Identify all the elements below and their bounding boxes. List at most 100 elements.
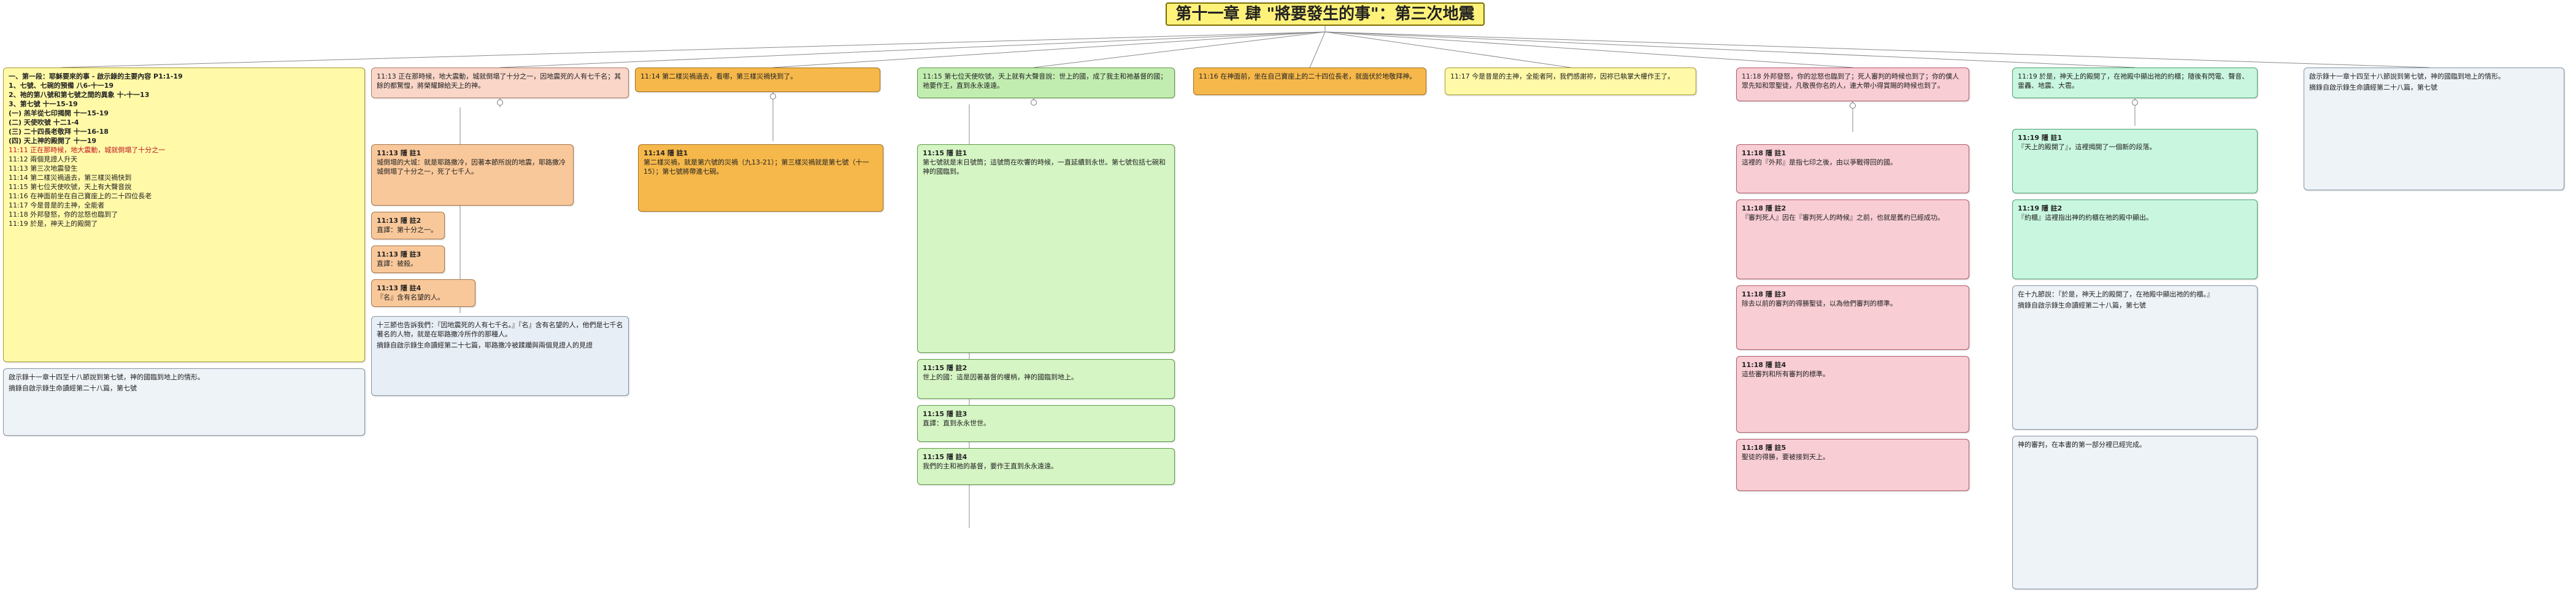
note-text: 我們的主和祂的基督，要作王直到永永遠遠。 xyxy=(923,462,1058,470)
note-11-14-1: 11:14 隱 註1 第二樣災禍，就是第六號的災禍（九13-21）；第三樣災禍就… xyxy=(638,144,883,212)
note-text: 除去以前的審判的得勝聖徒，以為他們審判的標準。 xyxy=(1742,300,1897,308)
note-text: 這裡的『外邦』是指七印之後，由以爭戰得回的國。 xyxy=(1742,158,1897,166)
note-label: 11:18 隱 註3 xyxy=(1742,290,1786,298)
outline-note: 啟示錄十一章十四至十八節說到第七號，神的國臨到地上的情形。 xyxy=(9,373,204,381)
col8-note-box-2: 神的審判，在本書的第一部分裡已經完成。 xyxy=(2012,436,2258,589)
note-text: 『審判死人』因在『審判死人的時候』之前，也就是舊約已經成功。 xyxy=(1742,214,1944,222)
note-11-13-3: 11:13 隱 註3 直譯：被殺。 xyxy=(371,246,445,273)
verse-11-14-text: 11:14 第二樣災禍過去，看哪，第三樣災禍快到了。 xyxy=(640,72,798,80)
note-text: 直譯：第十分之一。 xyxy=(377,226,437,234)
outline-item: (二) 天使吹號 十二1-4 xyxy=(9,118,79,126)
collapse-toggle[interactable] xyxy=(1031,99,1037,106)
note-label: 11:13 隱 註1 xyxy=(377,149,421,157)
collapse-toggle[interactable] xyxy=(497,99,503,106)
col9-footer: 摘錄自啟示錄生命讀經第二十八篇，第七號 xyxy=(2309,83,2437,91)
note-11-19-1: 11:19 隱 註1 『天上的殿開了』，這裡揭開了一個新的段落。 xyxy=(2012,129,2258,193)
note-11-13-4: 11:13 隱 註4 『名』含有名望的人。 xyxy=(371,279,475,307)
note-11-18-2: 11:18 隱 註2 『審判死人』因在『審判死人的時候』之前，也就是舊約已經成功… xyxy=(1736,199,1969,279)
verse-11-19-box: 11:19 於是，神天上的殿開了，在祂殿中顯出祂的約櫃；隨後有閃電、聲音、雷轟、… xyxy=(2012,68,2258,98)
outline-item: 11:14 第二樣災禍過去，第三樣災禍快到 xyxy=(9,174,132,182)
col2-note: 十三節也告訴我們：『因地震死的人有七千名。』『名』含有名望的人，他們是七千名著名… xyxy=(377,321,623,338)
note-11-15-1: 11:15 隱 註1 第七號就是末日號筒；這號筒在吹響的時候，一直延續到永世。第… xyxy=(917,144,1175,353)
note-11-18-5: 11:18 隱 註5 聖徒的得勝，要被接到天上。 xyxy=(1736,439,1969,491)
verse-11-13-text: 11:13 正在那時候，地大震動，城就倒塌了十分之一，因地震死的人有七千名；其餘… xyxy=(377,72,621,90)
col9-note-box: 啟示錄十一章十四至十八節說到第七號，神的國臨到地上的情形。 摘錄自啟示錄生命讀經… xyxy=(2304,68,2564,190)
note-text: 『約櫃』這裡指出神的約櫃在祂的殿中顯出。 xyxy=(2018,214,2153,222)
note-label: 11:13 隱 註4 xyxy=(377,284,421,292)
outline-item: 11:11 正在那時候，地大震動，城就倒塌了十分之一 xyxy=(9,146,166,154)
collapse-toggle[interactable] xyxy=(770,93,776,99)
verse-11-16-text: 11:16 在神面前，坐在自己寶座上的二十四位長老，就面伏於地敬拜神。 xyxy=(1199,72,1417,80)
note-11-15-4: 11:15 隱 註4 我們的主和祂的基督，要作王直到永永遠遠。 xyxy=(917,448,1175,485)
note-text: 世上的國：這是因著基督的權柄，神的國臨到地上。 xyxy=(923,373,1078,381)
outline-box: 一、第一段：耶穌要來的事 - 啟示錄的主要內容 P1:1-19 1、七號、七碗的… xyxy=(3,68,365,362)
note-label: 11:13 隱 註2 xyxy=(377,217,421,225)
note-text: 這些審判和所有審判的標準。 xyxy=(1742,370,1829,378)
note-11-18-3: 11:18 隱 註3 除去以前的審判的得勝聖徒，以為他們審判的標準。 xyxy=(1736,285,1969,350)
note-label: 11:19 隱 註1 xyxy=(2018,134,2063,142)
note-label: 11:18 隱 註2 xyxy=(1742,204,1786,212)
verse-11-19-text: 11:19 於是，神天上的殿開了，在祂殿中顯出祂的約櫃；隨後有閃電、聲音、雷轟、… xyxy=(2018,72,2249,90)
note-text: 聖徒的得勝，要被接到天上。 xyxy=(1742,453,1829,461)
verse-11-17-box: 11:17 今是昔是的主神，全能者阿，我們感謝祢，因祢已執掌大權作王了。 xyxy=(1445,68,1696,95)
col8-note: 在十九節說：『於是，神天上的殿開了，在祂殿中顯出祂的約櫃。』 xyxy=(2018,290,2213,298)
outline-item: 11:17 今是昔是的主神，全能者 xyxy=(9,201,105,209)
note-11-18-4: 11:18 隱 註4 這些審判和所有審判的標準。 xyxy=(1736,356,1969,433)
verse-11-18-text: 11:18 外邦發怒，你的忿怒也臨到了；死人審判的時候也到了；你的僕人眾先知和眾… xyxy=(1742,72,1959,90)
note-label: 11:15 隱 註4 xyxy=(923,453,967,461)
verse-11-18-box: 11:18 外邦發怒，你的忿怒也臨到了；死人審判的時候也到了；你的僕人眾先知和眾… xyxy=(1736,68,1969,101)
verse-11-14-box: 11:14 第二樣災禍過去，看哪，第三樣災禍快到了。 xyxy=(635,68,880,92)
note-label: 11:15 隱 註1 xyxy=(923,149,967,157)
col8-note-box-1: 在十九節說：『於是，神天上的殿開了，在祂殿中顯出祂的約櫃。』 摘錄自啟示錄生命讀… xyxy=(2012,285,2258,430)
note-11-13-1: 11:13 隱 註1 城倒塌的大城：就是耶路撒冷，因著本節所說的地震，耶路撒冷城… xyxy=(371,144,574,206)
verse-11-17-text: 11:17 今是昔是的主神，全能者阿，我們感謝祢，因祢已執掌大權作王了。 xyxy=(1450,72,1675,80)
note-text: 『天上的殿開了』，這裡揭開了一個新的段落。 xyxy=(2018,143,2156,151)
col9-note: 啟示錄十一章十四至十八節說到第七號，神的國臨到地上的情形。 xyxy=(2309,72,2505,80)
note-label: 11:19 隱 註2 xyxy=(2018,204,2063,212)
outline-item: 3、第七號 十一15-19 xyxy=(9,100,78,108)
note-11-13-2: 11:13 隱 註2 直譯：第十分之一。 xyxy=(371,212,445,239)
outline-item: 一、第一段：耶穌要來的事 - 啟示錄的主要內容 P1:1-19 xyxy=(9,72,183,80)
note-label: 11:15 隱 註2 xyxy=(923,364,967,372)
outline-item: 11:13 第三次地震發生 xyxy=(9,164,78,172)
root-title: 第十一章 肆 "將要發生的事"：第三次地震 xyxy=(1166,2,1485,26)
outline-footer: 摘錄自啟示錄生命讀經第二十八篇，第七號 xyxy=(9,384,137,392)
col8-footer: 摘錄自啟示錄生命讀經第二十八篇，第七號 xyxy=(2018,301,2146,309)
note-text: 第七號就是末日號筒；這號筒在吹響的時候，一直延續到永世。第七號包括七碗和神的國臨… xyxy=(923,158,1166,176)
verse-11-16-box: 11:16 在神面前，坐在自己寶座上的二十四位長老，就面伏於地敬拜神。 xyxy=(1193,68,1426,95)
note-label: 11:18 隱 註5 xyxy=(1742,444,1786,452)
outline-lines: 一、第一段：耶穌要來的事 - 啟示錄的主要內容 P1:1-19 1、七號、七碗的… xyxy=(9,72,359,228)
note-11-18-1: 11:18 隱 註1 這裡的『外邦』是指七印之後，由以爭戰得回的國。 xyxy=(1736,144,1969,193)
outline-item: 2、祂的第八號和第七號之間的異象 十-十一13 xyxy=(9,91,150,99)
note-11-15-3: 11:15 隱 註3 直譯：直到永永世世。 xyxy=(917,405,1175,442)
note-text: 直譯：直到永永世世。 xyxy=(923,419,990,427)
outline-item: (一) 羔羊從七印揭開 十一15-19 xyxy=(9,109,109,117)
outline-item: (四) 天上神的殿開了 十一19 xyxy=(9,137,97,145)
outline-item: 11:19 於是，神天上的殿開了 xyxy=(9,220,98,228)
note-11-15-2: 11:15 隱 註2 世上的國：這是因著基督的權柄，神的國臨到地上。 xyxy=(917,359,1175,399)
note-label: 11:14 隱 註1 xyxy=(644,149,688,157)
outline-item: (三) 二十四長老敬拜 十一16-18 xyxy=(9,128,109,136)
col2-footer: 摘錄自啟示錄生命讀經第二十七篇，耶路撒冷被蹂躪與兩個見證人的見證 xyxy=(377,341,593,349)
verse-11-13-box: 11:13 正在那時候，地大震動，城就倒塌了十分之一，因地震死的人有七千名；其餘… xyxy=(371,68,629,98)
outline-item: 11:12 兩個見證人升天 xyxy=(9,155,78,163)
note-text: 『名』含有名望的人。 xyxy=(377,293,444,301)
outline-item: 11:15 第七位天使吹號，天上有大聲音說 xyxy=(9,183,132,191)
note-text: 直譯：被殺。 xyxy=(377,260,417,268)
note-label: 11:18 隱 註4 xyxy=(1742,361,1786,369)
note-label: 11:15 隱 註3 xyxy=(923,410,967,418)
note-label: 11:13 隱 註3 xyxy=(377,250,421,258)
note-11-19-2: 11:19 隱 註2 『約櫃』這裡指出神的約櫃在祂的殿中顯出。 xyxy=(2012,199,2258,279)
col8-note: 神的審判，在本書的第一部分裡已經完成。 xyxy=(2018,441,2146,449)
outline-item: 1、七號、七碗的預備 八6-十一19 xyxy=(9,82,114,90)
col2-note-box: 十三節也告訴我們：『因地震死的人有七千名。』『名』含有名望的人，他們是七千名著名… xyxy=(371,316,629,396)
collapse-toggle[interactable] xyxy=(2132,99,2138,106)
verse-11-15-box: 11:15 第七位天使吹號，天上就有大聲音說：世上的國，成了我主和祂基督的國；祂… xyxy=(917,68,1175,98)
collapse-toggle[interactable] xyxy=(1850,103,1856,109)
note-text: 城倒塌的大城：就是耶路撒冷，因著本節所說的地震，耶路撒冷城倒塌了十分之一，死了七… xyxy=(377,158,566,176)
note-text: 第二樣災禍，就是第六號的災禍（九13-21）；第三樣災禍就是第七號（十一15）；… xyxy=(644,158,869,176)
note-label: 11:18 隱 註1 xyxy=(1742,149,1786,157)
outline-item: 11:18 外邦發怒，你的忿怒也臨到了 xyxy=(9,211,118,219)
verse-11-15-text: 11:15 第七位天使吹號，天上就有大聲音說：世上的國，成了我主和祂基督的國；祂… xyxy=(923,72,1167,90)
outline-item: 11:16 在神面前坐在自己寶座上的二十四位長老 xyxy=(9,192,152,200)
